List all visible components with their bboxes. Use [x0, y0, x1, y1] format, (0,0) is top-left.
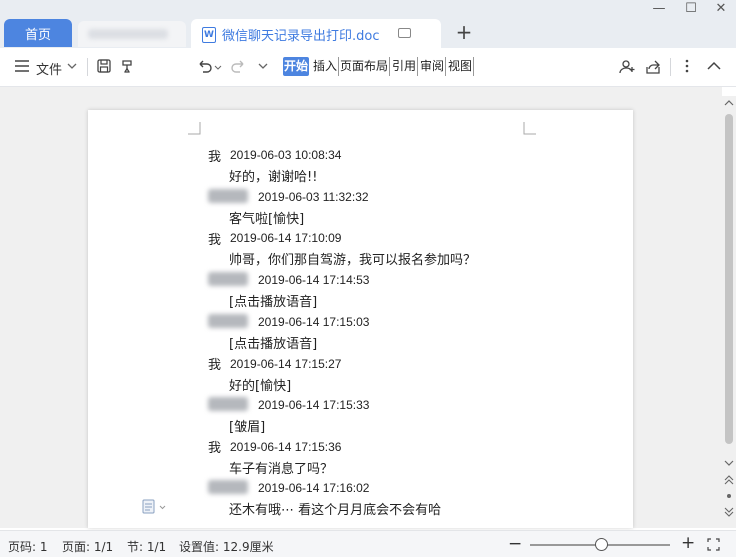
zoom-out-button[interactable]: − — [508, 534, 522, 554]
message-sender: 我 — [208, 150, 222, 165]
message-time: 2019-06-14 17:15:33 — [258, 398, 370, 412]
redo-icon[interactable] — [229, 58, 247, 74]
ribbon-tab-review[interactable]: 审阅 — [419, 57, 447, 76]
tab-document[interactable]: W 微信聊天记录导出打印.doc — [191, 19, 441, 49]
menu-icon[interactable] — [14, 59, 32, 73]
close-button[interactable]: ✕ — [709, 0, 733, 18]
message-text: 车子有消息了吗？ — [229, 462, 334, 477]
previous-page-icon[interactable] — [724, 474, 734, 486]
file-menu[interactable]: 文件 — [36, 59, 62, 78]
message-text: [点击播放语音] — [229, 337, 318, 352]
undo-dropdown-icon[interactable] — [214, 61, 222, 70]
blurred-contact-name — [208, 189, 248, 203]
save-icon[interactable] — [96, 58, 112, 74]
message-text: 好的[愉快] — [229, 379, 292, 394]
message-time: 2019-06-14 17:15:36 — [230, 440, 342, 454]
ribbon-tab-insert[interactable]: 插入 — [312, 57, 340, 76]
undo-icon[interactable] — [196, 58, 214, 74]
scroll-down-icon[interactable] — [724, 458, 734, 468]
margin-corner-marker — [188, 122, 201, 135]
more-icon[interactable] — [682, 58, 692, 74]
document-tab-title: 微信聊天记录导出打印.doc — [222, 29, 380, 44]
blurred-tab-title — [88, 29, 168, 39]
document-page[interactable]: 我 2019-06-03 10:08:34 好的，谢谢哈!! 2019-06-0… — [88, 110, 633, 528]
collapse-ribbon-icon[interactable] — [705, 58, 723, 74]
tab-bar: 首页 W 微信聊天记录导出打印.doc + — ☐ ✕ — [0, 0, 736, 49]
message-text: 客气啦[愉快] — [229, 212, 305, 227]
select-browse-object-icon[interactable] — [726, 492, 732, 500]
scroll-up-icon[interactable] — [724, 98, 734, 108]
ribbon-tab-view[interactable]: 视图 — [447, 57, 475, 76]
message-time: 2019-06-03 10:08:34 — [230, 148, 342, 162]
status-section[interactable]: 节: 1/1 — [127, 538, 166, 555]
message-time: 2019-06-14 17:15:27 — [230, 357, 342, 371]
blurred-contact-name — [208, 272, 248, 286]
monitor-icon[interactable] — [398, 28, 411, 38]
message-text: 帅哥，你们那自驾游，我可以报名参加吗？ — [229, 253, 477, 268]
blurred-contact-name — [208, 397, 248, 411]
message-time: 2019-06-14 17:15:03 — [258, 315, 370, 329]
message-time: 2019-06-14 17:16:02 — [258, 481, 370, 495]
add-user-icon[interactable] — [618, 58, 636, 76]
message-sender: 我 — [208, 233, 222, 248]
status-page-number[interactable]: 页码: 1 — [8, 538, 48, 555]
status-bar: 页码: 1 页面: 1/1 节: 1/1 设置值: 12.9厘米 − + — [0, 530, 736, 557]
margin-corner-marker — [523, 122, 536, 135]
message-time: 2019-06-14 17:14:53 — [258, 273, 370, 287]
fit-window-icon[interactable] — [707, 538, 720, 551]
zoom-in-button[interactable]: + — [681, 533, 695, 553]
blurred-contact-name — [208, 314, 248, 328]
message-text: [皱眉] — [229, 420, 266, 435]
blurred-contact-name — [208, 480, 248, 494]
share-icon[interactable] — [644, 58, 662, 76]
divider — [670, 58, 671, 76]
vertical-scrollbar[interactable] — [722, 96, 736, 528]
toolbar: 文件 开始 插入 页面布局 引用 审阅 视图 — [0, 48, 736, 87]
scrollbar-thumb[interactable] — [725, 114, 733, 444]
ribbon-tab-home[interactable]: 开始 — [283, 57, 310, 76]
restore-button[interactable]: ☐ — [679, 0, 703, 18]
message-time: 2019-06-03 11:32:32 — [258, 190, 369, 204]
word-doc-icon: W — [202, 27, 216, 43]
tab-home-label: 首页 — [24, 27, 51, 43]
minimize-button[interactable]: — — [647, 0, 671, 18]
status-setting-value[interactable]: 设置值: 12.9厘米 — [179, 538, 274, 555]
message-text: 还木有哦⋯ 看这个月月底会不会有哈 — [229, 503, 442, 518]
tab-home[interactable]: 首页 — [4, 19, 72, 47]
tab-blurred[interactable] — [78, 21, 186, 47]
ribbon-tab-references[interactable]: 引用 — [391, 57, 419, 76]
ribbon-tab-layout[interactable]: 页面布局 — [339, 57, 391, 76]
status-pages[interactable]: 页面: 1/1 — [62, 538, 113, 555]
divider — [87, 58, 88, 76]
add-tab-button[interactable]: + — [454, 22, 474, 44]
next-page-icon[interactable] — [724, 506, 734, 518]
message-text: 好的，谢谢哈!! — [229, 170, 318, 185]
message-time: 2019-06-14 17:10:09 — [230, 231, 342, 245]
format-painter-icon[interactable] — [120, 58, 136, 74]
zoom-slider-thumb[interactable] — [595, 538, 608, 551]
chevron-down-icon[interactable] — [66, 60, 78, 72]
customize-dropdown-icon[interactable] — [257, 60, 269, 72]
message-sender: 我 — [208, 441, 222, 456]
message-text: [点击播放语音] — [229, 295, 318, 310]
paragraph-options-icon[interactable] — [142, 499, 168, 515]
message-sender: 我 — [208, 358, 222, 373]
